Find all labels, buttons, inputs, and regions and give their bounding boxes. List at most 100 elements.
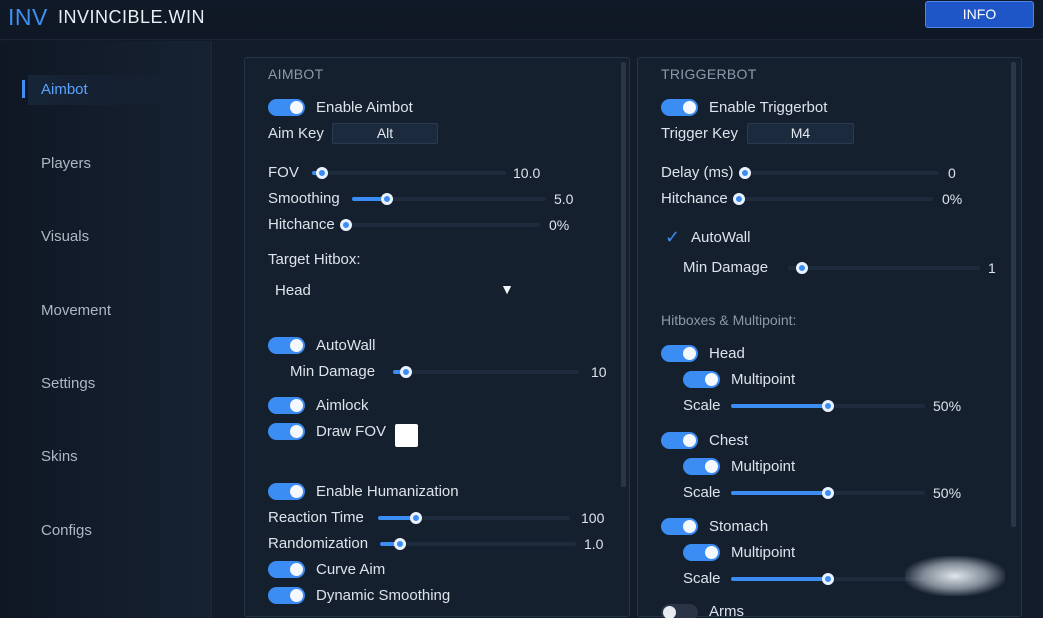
hitchance-value: 0% [549, 217, 570, 233]
triggerbot-scrollbar[interactable] [1011, 62, 1016, 527]
toggle-knob [683, 347, 696, 360]
toggle-knob [683, 434, 696, 447]
hitboxes-section-title: Hitboxes & Multipoint: [661, 312, 797, 328]
toggle-knob [683, 520, 696, 533]
trigger-min-damage-slider[interactable] [788, 262, 980, 274]
toggle-knob [290, 589, 303, 602]
autowall-toggle[interactable] [268, 337, 305, 354]
trigger-hitchance-label: Hitchance [661, 190, 728, 207]
min-damage-slider[interactable] [393, 366, 579, 378]
arms-hitbox-toggle[interactable] [661, 604, 698, 618]
chest-hitbox-label: Chest [709, 432, 749, 449]
logo-abbreviation: INV [8, 4, 48, 30]
arms-hitbox-label: Arms [709, 603, 744, 618]
dynamic-smoothing-toggle[interactable] [268, 587, 305, 604]
slider-fill [731, 577, 828, 581]
active-nav-indicator [22, 80, 25, 98]
logo-name: INVINCIBLE.WIN [58, 7, 206, 27]
sidebar-item-settings[interactable]: Settings [28, 369, 178, 399]
head-scale-value: 50% [933, 398, 962, 414]
toggle-knob [290, 101, 303, 114]
draw-fov-toggle[interactable] [268, 423, 305, 440]
stomach-scale-slider[interactable] [731, 573, 925, 585]
min-damage-value: 10 [591, 364, 607, 380]
draw-fov-label: Draw FOV [316, 423, 387, 440]
aim-key-button[interactable]: Alt [332, 123, 438, 144]
head-multipoint-label: Multipoint [731, 371, 796, 388]
sidebar-item-skins[interactable]: Skins [28, 442, 178, 472]
slider-thumb[interactable] [380, 193, 393, 205]
trigger-hitchance-value: 0% [942, 191, 963, 207]
delay-value: 0 [948, 165, 956, 181]
chest-scale-slider[interactable] [731, 487, 925, 499]
dynamic-smoothing-label: Dynamic Smoothing [316, 587, 451, 604]
trigger-min-damage-label: Min Damage [683, 259, 769, 276]
enable-humanization-toggle[interactable] [268, 483, 305, 500]
stomach-multipoint-label: Multipoint [731, 544, 796, 561]
slider-fill [731, 491, 828, 495]
checkmark-icon[interactable]: ✓ [665, 227, 680, 248]
aimbot-scrollbar[interactable] [621, 62, 626, 487]
stomach-multipoint-toggle[interactable] [683, 544, 720, 561]
fov-color-picker[interactable] [395, 424, 418, 447]
enable-aimbot-label: Enable Aimbot [316, 99, 413, 116]
head-multipoint-toggle[interactable] [683, 371, 720, 388]
toggle-knob [290, 485, 303, 498]
slider-thumb[interactable] [733, 193, 745, 205]
head-scale-label: Scale [683, 397, 721, 414]
trigger-key-button[interactable]: M4 [747, 123, 854, 144]
min-damage-label: Min Damage [290, 363, 376, 380]
sidebar-item-players[interactable]: Players [28, 149, 178, 179]
info-button[interactable]: INFO [925, 1, 1034, 28]
enable-aimbot-toggle[interactable] [268, 99, 305, 116]
slider-thumb[interactable] [400, 366, 413, 378]
aimlock-label: Aimlock [316, 397, 369, 414]
delay-slider[interactable] [739, 167, 939, 179]
fov-slider[interactable] [312, 167, 506, 179]
target-hitbox-value: Head [275, 282, 311, 299]
slider-thumb[interactable] [340, 219, 352, 231]
chest-hitbox-toggle[interactable] [661, 432, 698, 449]
target-hitbox-label: Target Hitbox: [268, 251, 361, 268]
curve-aim-toggle[interactable] [268, 561, 305, 578]
reaction-time-slider[interactable] [378, 512, 570, 524]
stomach-hitbox-label: Stomach [709, 518, 769, 535]
sidebar-item-movement[interactable]: Movement [28, 296, 178, 326]
toggle-knob [663, 606, 676, 618]
trigger-autowall-label: AutoWall [691, 229, 751, 246]
smoothing-label: Smoothing [268, 190, 340, 207]
hitchance-slider[interactable] [340, 219, 540, 231]
slider-thumb[interactable] [315, 167, 328, 179]
stomach-scale-label: Scale [683, 570, 721, 587]
autowall-label: AutoWall [316, 337, 376, 354]
toggle-knob [290, 425, 303, 438]
randomization-slider[interactable] [380, 538, 576, 550]
head-scale-slider[interactable] [731, 400, 925, 412]
randomization-value: 1.0 [584, 536, 604, 552]
trigger-key-label: Trigger Key [661, 125, 738, 142]
enable-triggerbot-label: Enable Triggerbot [709, 99, 828, 116]
chest-multipoint-toggle[interactable] [683, 458, 720, 475]
trigger-hitchance-slider[interactable] [733, 193, 933, 205]
slider-thumb[interactable] [393, 538, 406, 550]
slider-thumb[interactable] [822, 573, 834, 585]
sidebar-item-visuals[interactable]: Visuals [28, 222, 178, 252]
trigger-min-damage-value: 1 [988, 260, 996, 276]
target-hitbox-dropdown[interactable]: Head ▼ [268, 279, 514, 303]
aimlock-toggle[interactable] [268, 397, 305, 414]
aim-key-label: Aim Key [268, 125, 324, 142]
smoothing-slider[interactable] [352, 193, 546, 205]
sidebar-item-aimbot[interactable]: Aimbot [28, 75, 178, 105]
sidebar-item-configs[interactable]: Configs [28, 516, 178, 546]
enable-triggerbot-toggle[interactable] [661, 99, 698, 116]
toggle-knob [705, 373, 718, 386]
fov-label: FOV [268, 164, 299, 181]
toggle-knob [705, 460, 718, 473]
reaction-time-label: Reaction Time [268, 509, 364, 526]
slider-thumb[interactable] [739, 167, 751, 179]
slider-thumb[interactable] [822, 400, 834, 412]
stomach-hitbox-toggle[interactable] [661, 518, 698, 535]
slider-thumb[interactable] [796, 262, 808, 274]
head-hitbox-toggle[interactable] [661, 345, 698, 362]
slider-thumb[interactable] [822, 487, 834, 499]
